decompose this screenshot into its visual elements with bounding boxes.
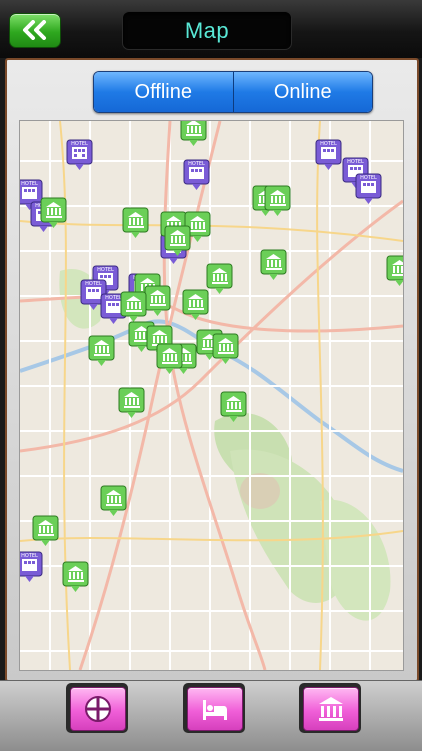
museum-marker[interactable] (206, 263, 233, 295)
museum-marker[interactable] (122, 207, 149, 239)
hotel-label: HOTEL (21, 181, 38, 187)
museum-marker[interactable] (40, 197, 67, 229)
offline-segment[interactable]: Offline (94, 72, 233, 112)
museum-marker[interactable] (264, 185, 291, 217)
hotel-label: HOTEL (71, 141, 88, 147)
tab-location-face (70, 687, 126, 731)
tab-hotels[interactable] (183, 683, 245, 733)
hotel-label: HOTEL (347, 159, 364, 165)
map-view[interactable]: HOTEL HOTEL HOTEL HOTEL HOTEL HOTEL HOTE… (19, 120, 404, 671)
hotel-label: HOTEL (85, 281, 102, 287)
museum-marker[interactable] (144, 285, 171, 317)
museum-marker[interactable] (32, 515, 59, 547)
museum-marker[interactable] (88, 335, 115, 367)
hotel-marker[interactable]: HOTEL (20, 551, 43, 583)
hotel-label: HOTEL (188, 161, 205, 167)
museum-marker[interactable] (118, 387, 145, 419)
museum-marker[interactable] (180, 121, 207, 147)
hotel-marker[interactable]: HOTEL (66, 139, 93, 171)
museum-marker[interactable] (386, 255, 403, 287)
hotel-label: HOTEL (320, 141, 337, 147)
back-button[interactable] (9, 13, 61, 48)
tab-museums-face (303, 687, 359, 731)
museum-marker[interactable] (164, 225, 191, 257)
museum-marker[interactable] (62, 561, 89, 593)
bed-icon (203, 700, 227, 720)
museum-marker[interactable] (212, 333, 239, 365)
page-title: Map (122, 11, 292, 50)
museum-marker[interactable] (260, 249, 287, 281)
hotel-label: HOTEL (21, 553, 38, 559)
museum-marker[interactable] (100, 485, 127, 517)
hotel-marker[interactable]: HOTEL (183, 159, 210, 191)
museum-marker[interactable] (220, 391, 247, 423)
hotel-marker[interactable]: HOTEL (315, 139, 342, 171)
tab-location[interactable] (66, 683, 128, 733)
crosshair-icon (85, 696, 111, 722)
online-segment[interactable]: Online (232, 72, 372, 112)
double-chevron-left-icon (23, 20, 46, 40)
hotel-marker[interactable]: HOTEL (355, 173, 382, 205)
top-navigation-bar: Map (0, 0, 422, 58)
tab-hotels-face (187, 687, 243, 731)
museum-marker[interactable] (120, 291, 147, 323)
museum-marker[interactable] (156, 343, 183, 375)
hotel-label: HOTEL (97, 267, 114, 273)
tab-museums[interactable] (299, 683, 361, 733)
museum-marker[interactable] (182, 289, 209, 321)
museum-icon (319, 697, 343, 721)
hotel-label: HOTEL (360, 175, 377, 181)
map-mode-segmented-control[interactable]: Offline Online (93, 71, 373, 113)
